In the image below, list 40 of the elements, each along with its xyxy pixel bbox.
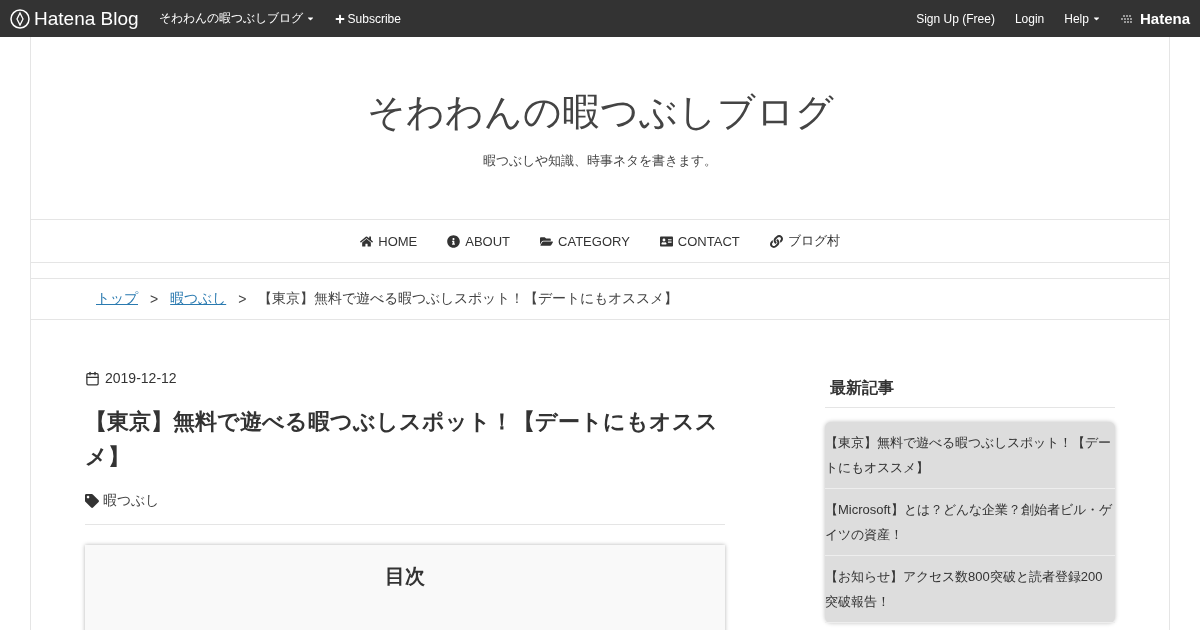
help-menu[interactable]: Help — [1064, 11, 1101, 26]
login-link[interactable]: Login — [1014, 11, 1045, 26]
toc-title: 目次 — [384, 564, 426, 590]
folder-icon — [540, 234, 554, 248]
blog-menu[interactable]: そわわんの暇つぶしブログ — [158, 10, 315, 27]
hatena-logo[interactable]: Hatena — [1120, 10, 1190, 27]
breadcrumb-current: 【東京】無料で遊べる暇つぶしスポット！【デートにもオススメ】 — [258, 290, 679, 308]
plus-icon — [334, 13, 345, 24]
caret-icon — [1091, 14, 1101, 23]
sidebar-title: 最新記事 — [825, 370, 1115, 408]
pen-nib-icon — [10, 8, 30, 29]
nav-link[interactable]: CATEGORY — [540, 233, 630, 249]
subscribe-link[interactable]: Subscribe — [334, 11, 401, 26]
home-icon — [360, 234, 374, 248]
recent-post-link[interactable]: 【お知らせ】アクセス数800突破と読者登録200突破報告！ — [825, 556, 1115, 623]
contact-card-icon — [659, 234, 673, 248]
nav-link[interactable]: ブログ村 — [769, 232, 840, 250]
nav-link[interactable]: ABOUT — [447, 233, 511, 249]
breadcrumb-separator: > — [150, 291, 159, 307]
breadcrumb-separator: > — [238, 291, 247, 307]
breadcrumb-link[interactable]: 暇つぶし — [170, 290, 227, 308]
calendar-icon — [85, 370, 100, 386]
logo-text: Hatena — [1139, 10, 1190, 27]
tag-icon — [85, 494, 99, 509]
blog-description: 暇つぶしや知識、時事ネタを書きます。 — [483, 151, 717, 170]
category-link[interactable]: 暇つぶし — [103, 492, 159, 511]
nav-link[interactable]: CONTACT — [659, 233, 740, 249]
recent-post-link[interactable]: 【Microsoft】とは？どんな企業？創始者ビル・ゲイツの資産！ — [825, 489, 1115, 556]
logo-text: Hatena Blog — [34, 7, 139, 30]
info-icon — [447, 234, 461, 248]
hatena-blog-logo[interactable]: Hatena Blog — [10, 7, 139, 30]
link-icon — [769, 234, 783, 248]
caret-icon — [305, 14, 315, 23]
recent-post-link[interactable]: 【東京】無料で遊べる暇つぶしスポット！【デートにもオススメ】 — [825, 422, 1115, 489]
signup-link[interactable]: Sign Up (Free) — [916, 11, 995, 26]
blog-title[interactable]: そわわんの暇つぶしブログ — [366, 86, 834, 138]
nav-link[interactable]: HOME — [360, 233, 418, 249]
post-date: 2019-12-12 — [105, 370, 177, 386]
article-title: 【東京】無料で遊べる暇つぶしスポット！【デートにもオススメ】 — [85, 408, 719, 472]
breadcrumb-link[interactable]: トップ — [96, 290, 138, 308]
